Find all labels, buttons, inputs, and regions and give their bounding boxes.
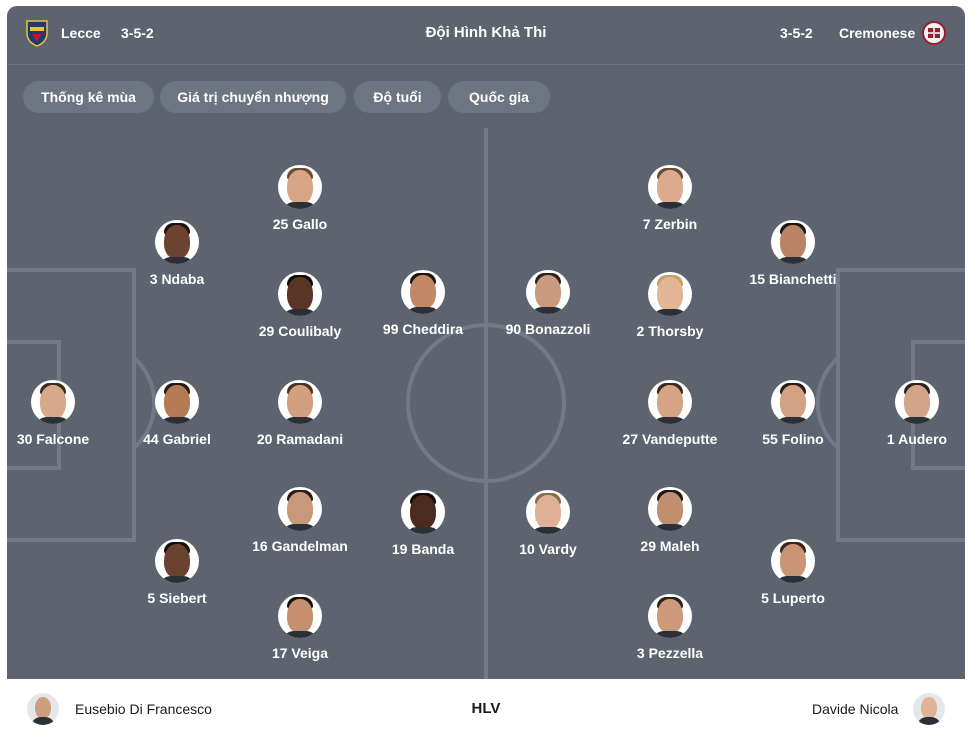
player-avatar <box>648 594 692 638</box>
away-coach-avatar <box>913 693 945 725</box>
player-name: 7 Zerbin <box>642 216 698 232</box>
player-avatar <box>278 594 322 638</box>
player-away-mid-5[interactable]: 3 Pezzella <box>595 594 745 661</box>
tab-season-stats[interactable]: Thống kê mùa <box>23 81 154 113</box>
player-avatar <box>31 380 75 424</box>
player-avatar <box>648 487 692 531</box>
cremonese-crest-icon <box>922 21 946 45</box>
away-team-name[interactable]: Cremonese <box>839 25 915 41</box>
player-name: 25 Gallo <box>272 216 328 232</box>
player-avatar <box>771 220 815 264</box>
tab-age[interactable]: Độ tuổi <box>354 81 441 113</box>
tab-nationality[interactable]: Quốc gia <box>448 81 550 113</box>
player-avatar <box>771 380 815 424</box>
player-name: 3 Pezzella <box>636 645 704 661</box>
player-avatar <box>278 487 322 531</box>
lineup-header: Lecce 3-5-2 Đội Hình Khả Thi 3-5-2 Cremo… <box>7 6 965 64</box>
away-coach-name[interactable]: Davide Nicola <box>812 701 898 717</box>
coaches-bar: Eusebio Di Francesco HLV Davide Nicola <box>7 679 965 733</box>
tab-transfer-value[interactable]: Giá trị chuyển nhượng <box>160 81 346 113</box>
player-name: 10 Vardy <box>519 541 577 557</box>
player-home-mid-1[interactable]: 25 Gallo <box>225 165 375 232</box>
player-home-mid-3[interactable]: 20 Ramadani <box>225 380 375 447</box>
player-away-fw-2[interactable]: 10 Vardy <box>473 490 623 557</box>
player-avatar <box>648 380 692 424</box>
lineup-title: Đội Hình Khả Thi <box>425 24 547 41</box>
player-name: 20 Ramadani <box>256 431 344 447</box>
player-avatar <box>155 380 199 424</box>
player-avatar <box>155 539 199 583</box>
player-avatar <box>526 490 570 534</box>
player-avatar <box>155 220 199 264</box>
player-away-mid-1[interactable]: 7 Zerbin <box>595 165 745 232</box>
player-avatar <box>278 272 322 316</box>
player-avatar <box>401 270 445 314</box>
player-avatar <box>401 490 445 534</box>
player-avatar <box>278 380 322 424</box>
player-avatar <box>648 272 692 316</box>
player-name: 17 Veiga <box>271 645 329 661</box>
away-formation: 3-5-2 <box>780 25 813 41</box>
football-pitch: 30 Falcone 3 Ndaba 44 Gabriel 5 Siebert … <box>7 128 965 679</box>
lineup-card: Lecce 3-5-2 Đội Hình Khả Thi 3-5-2 Cremo… <box>7 6 965 733</box>
player-away-mid-3[interactable]: 27 Vandeputte <box>595 380 745 447</box>
player-avatar <box>648 165 692 209</box>
header-divider <box>7 64 965 65</box>
player-name: 27 Vandeputte <box>622 431 718 447</box>
player-avatar <box>278 165 322 209</box>
player-name: 90 Bonazzoli <box>505 321 591 337</box>
player-avatar <box>771 539 815 583</box>
player-away-fw-1[interactable]: 90 Bonazzoli <box>473 270 623 337</box>
player-avatar <box>895 380 939 424</box>
player-home-mid-5[interactable]: 17 Veiga <box>225 594 375 661</box>
player-avatar <box>526 270 570 314</box>
